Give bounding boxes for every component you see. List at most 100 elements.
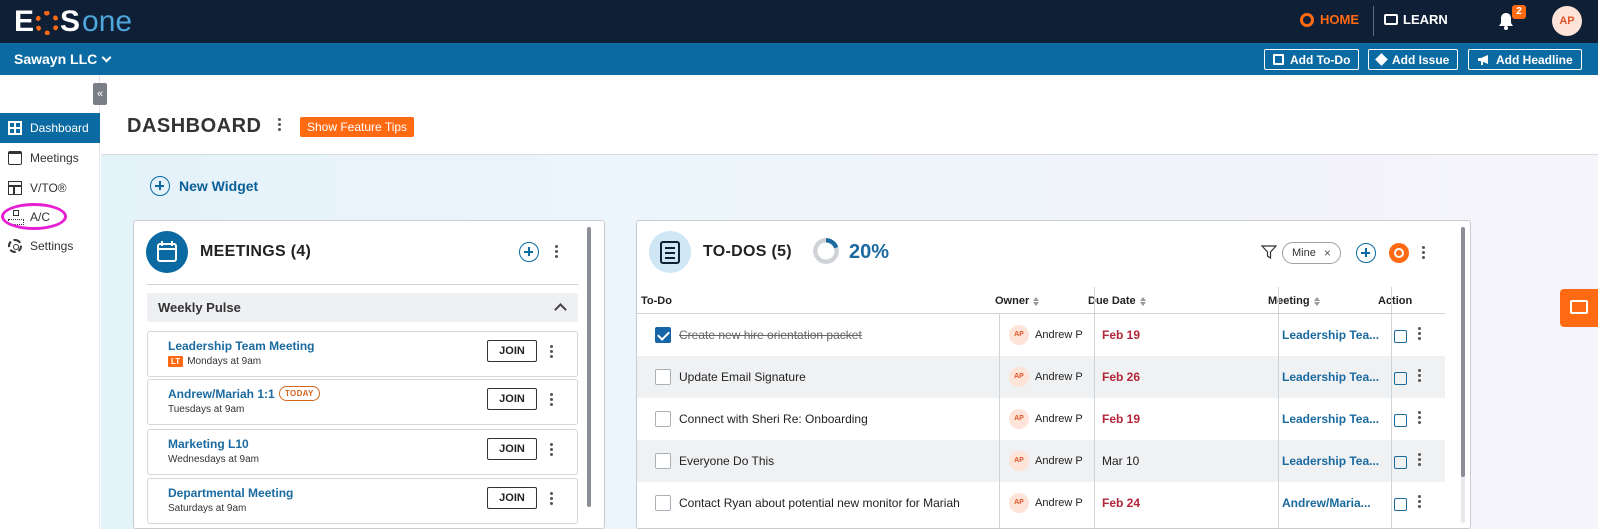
meetings-scrollbar[interactable] [587,227,591,507]
meeting-link[interactable]: Leadership Tea... [1282,412,1379,426]
meeting-row[interactable]: Marketing L10 Wednesdays at 9am JOIN [147,429,578,475]
nav-home-link[interactable]: HOME [1300,12,1359,27]
todo-checkbox[interactable] [655,327,671,343]
row-options-kebab-icon[interactable] [1418,369,1421,382]
nav-divider [1373,6,1374,36]
add-headline-button[interactable]: Add Headline [1468,49,1582,70]
mine-filter-chip[interactable]: Mine × [1282,242,1341,264]
join-button[interactable]: JOIN [487,438,537,460]
meeting-name-link[interactable]: Departmental Meeting [168,486,293,500]
todo-title[interactable]: Everyone Do This [679,454,774,468]
owner-name: Andrew P [1035,413,1083,425]
meeting-link[interactable]: Leadership Tea... [1282,454,1379,468]
due-date[interactable]: Mar 10 [1102,454,1139,468]
note-icon[interactable] [1394,498,1407,511]
todo-title[interactable]: Create new hire orientation packet [679,328,862,342]
column-divider [1278,287,1279,528]
org-bar: Sawayn LLC Add To-Do Add Issue Add Headl… [0,43,1598,75]
meeting-name-link[interactable]: Andrew/Mariah 1:1 [168,387,275,401]
meeting-name-link[interactable]: Leadership Team Meeting [168,339,314,353]
meeting-row[interactable]: Leadership Team Meeting LT Mondays at 9a… [147,331,578,377]
join-button[interactable]: JOIN [487,340,537,362]
due-date[interactable]: Feb 24 [1102,496,1140,510]
meeting-row[interactable]: Andrew/Mariah 1:1 TODAY Tuesdays at 9am … [147,379,578,425]
add-todo-plus-icon[interactable] [1356,243,1376,263]
close-icon[interactable]: × [1324,246,1331,260]
todo-checkbox[interactable] [655,453,671,469]
monitor-icon [1384,14,1398,25]
top-nav-bar: E S one HOME LEARN 2 AP [0,0,1598,43]
due-date[interactable]: Feb 26 [1102,370,1140,384]
sidebar-item-settings[interactable]: Settings [0,231,100,261]
nav-learn-link[interactable]: LEARN [1384,12,1448,27]
meeting-name-link[interactable]: Marketing L10 [168,437,249,451]
sidebar-item-meetings[interactable]: Meetings [0,143,100,173]
plus-circle-icon [150,176,170,196]
join-button[interactable]: JOIN [487,487,537,509]
todo-title[interactable]: Connect with Sheri Re: Onboarding [679,412,868,426]
todos-scroll-thumb[interactable] [1461,227,1465,477]
meeting-options-kebab-icon[interactable] [550,393,553,406]
todo-title[interactable]: Contact Ryan about potential new monitor… [679,496,960,510]
note-icon[interactable] [1394,456,1407,469]
col-label: Action [1378,295,1413,307]
eos-one-logo[interactable]: E S one [14,5,132,38]
meetings-header-divider [147,284,578,285]
due-date[interactable]: Feb 19 [1102,412,1140,426]
dashboard-grid-icon [8,121,22,135]
meetings-scroll-thumb[interactable] [587,227,591,507]
meeting-schedule: Wednesdays at 9am [168,454,259,465]
meeting-options-kebab-icon[interactable] [550,443,553,456]
add-todo-button[interactable]: Add To-Do [1264,49,1360,70]
company-selector[interactable]: Sawayn LLC [14,51,112,67]
row-options-kebab-icon[interactable] [1418,327,1421,340]
weekly-pulse-section[interactable]: Weekly Pulse [147,293,578,322]
note-icon[interactable] [1394,414,1407,427]
table-row: Contact Ryan about potential new monitor… [637,482,1445,524]
owner-name: Andrew P [1035,371,1083,383]
row-options-kebab-icon[interactable] [1418,411,1421,424]
sort-icon [1313,296,1320,306]
todo-checkbox[interactable] [655,369,671,385]
col-header-meeting[interactable]: Meeting [1268,295,1320,307]
meeting-link[interactable]: Leadership Tea... [1282,328,1379,342]
filter-icon[interactable] [1261,245,1277,259]
show-feature-tips-button[interactable]: Show Feature Tips [300,117,415,137]
add-issue-button[interactable]: Add Issue [1368,49,1459,70]
page-options-kebab-icon[interactable] [277,118,281,134]
meeting-options-kebab-icon[interactable] [550,345,553,358]
note-icon[interactable] [1394,330,1407,343]
row-options-kebab-icon[interactable] [1418,453,1421,466]
meetings-options-kebab-icon[interactable] [555,245,558,258]
completion-percent: 20% [849,241,890,263]
todo-title[interactable]: Update Email Signature [679,370,806,384]
due-date[interactable]: Feb 19 [1102,328,1140,342]
meeting-link[interactable]: Leadership Tea... [1282,370,1379,384]
add-meeting-plus-icon[interactable] [519,242,539,262]
todo-checkbox[interactable] [655,411,671,427]
sidebar-item-dashboard[interactable]: Dashboard [0,113,100,143]
col-header-due-date[interactable]: Due Date [1088,295,1146,307]
new-widget-button[interactable]: New Widget [150,176,258,196]
todo-checkbox[interactable] [655,495,671,511]
meeting-row[interactable]: Departmental Meeting Saturdays at 9am JO… [147,478,578,524]
new-widget-label: New Widget [179,178,259,194]
sidebar-item-vto[interactable]: V/TO® [0,173,100,203]
meeting-link[interactable]: Andrew/Maria... [1282,496,1371,510]
nav-home-label: HOME [1320,12,1359,27]
sidebar-item-label: Dashboard [30,121,89,135]
row-options-kebab-icon[interactable] [1418,495,1421,508]
meeting-options-kebab-icon[interactable] [550,492,553,505]
help-chat-tab[interactable] [1560,289,1598,327]
todos-options-kebab-icon[interactable] [1422,246,1425,259]
col-header-owner[interactable]: Owner [995,295,1040,307]
join-button[interactable]: JOIN [487,388,537,410]
user-avatar[interactable]: AP [1552,6,1582,36]
schedule-text: Wednesdays at 9am [168,454,259,465]
todos-scrollbar[interactable] [1461,227,1465,523]
note-icon[interactable] [1394,372,1407,385]
sidebar-item-label: Meetings [30,151,79,165]
sidebar-collapse-button[interactable]: « [93,83,107,105]
eos-orange-icon[interactable] [1389,243,1409,263]
issue-diamond-icon [1375,53,1388,66]
